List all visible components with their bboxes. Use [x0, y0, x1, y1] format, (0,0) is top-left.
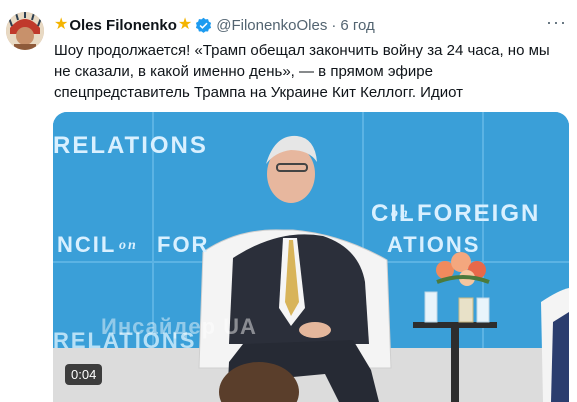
- backdrop-text: on: [119, 238, 138, 253]
- star-icon: ★: [177, 16, 193, 33]
- separator: ·: [331, 16, 337, 34]
- video-duration: 0:04: [65, 364, 103, 385]
- star-icon: ★: [54, 16, 69, 33]
- avatar-image: [6, 12, 44, 50]
- backdrop-text: FOREIGN: [417, 200, 541, 227]
- author-handle[interactable]: @FilonenkoOles: [216, 17, 327, 34]
- more-icon[interactable]: ···: [546, 13, 567, 31]
- backdrop-text: on: [391, 206, 410, 221]
- avatar[interactable]: [6, 12, 44, 50]
- watermark: Инсайдер UA: [101, 314, 257, 339]
- backdrop-text: ATIONS: [387, 232, 481, 257]
- video-player[interactable]: RELATIONS CIL on FOREIGN NCIL on FOR ATI…: [53, 112, 569, 402]
- timestamp[interactable]: 6 год: [340, 17, 374, 34]
- backdrop-text: NCIL: [57, 232, 117, 257]
- tweet-text: Шоу продолжается! «Трамп обещал закончит…: [54, 42, 550, 101]
- author-name[interactable]: Oles Filonenko: [69, 17, 177, 34]
- tweet-card[interactable]: ★ Oles Filonenko ★ @FilonenkoOles · 6 го…: [0, 0, 577, 402]
- tweet-header: ★ Oles Filonenko ★ @FilonenkoOles · 6 го…: [54, 15, 375, 35]
- verified-badge-icon: [196, 17, 212, 33]
- backdrop-text: RELATIONS: [53, 132, 208, 159]
- backdrop-text: FOR: [157, 232, 210, 257]
